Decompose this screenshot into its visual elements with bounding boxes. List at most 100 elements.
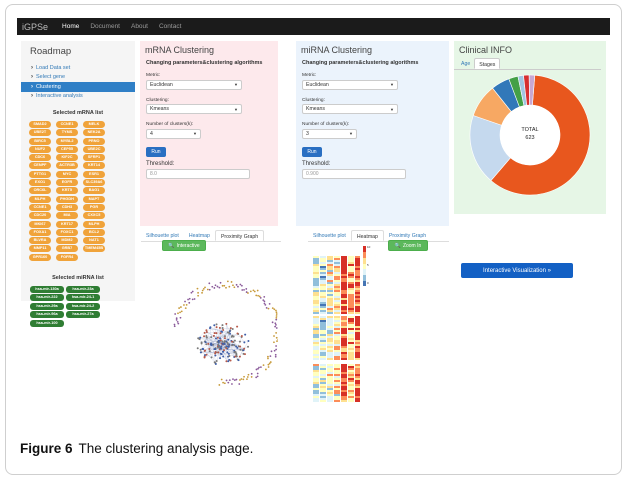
graph-node[interactable] <box>233 351 236 354</box>
graph-node[interactable] <box>199 351 202 354</box>
graph-node[interactable] <box>221 342 224 345</box>
graph-node[interactable] <box>221 350 224 353</box>
graph-node[interactable] <box>235 345 238 348</box>
clusters-select[interactable]: 4 ▼ <box>146 128 201 139</box>
graph-node[interactable] <box>236 346 239 349</box>
run-button[interactable]: Run <box>146 146 166 157</box>
graph-node[interactable] <box>236 325 239 328</box>
graph-node[interactable] <box>220 347 223 350</box>
graph-node[interactable] <box>223 343 226 346</box>
graph-node[interactable] <box>255 376 258 379</box>
graph-node[interactable] <box>238 355 241 358</box>
graph-node[interactable] <box>205 330 208 333</box>
graph-node[interactable] <box>184 307 187 310</box>
zoom-in-button[interactable]: 🔍 Zoom In <box>388 240 428 251</box>
graph-node[interactable] <box>177 322 180 325</box>
graph-node[interactable] <box>225 379 228 382</box>
graph-node[interactable] <box>275 311 278 314</box>
graph-node[interactable] <box>203 355 206 358</box>
graph-node[interactable] <box>211 285 214 288</box>
graph-node[interactable] <box>267 307 270 310</box>
graph-node[interactable] <box>256 372 259 375</box>
graph-node[interactable] <box>219 332 222 335</box>
graph-node[interactable] <box>214 354 217 357</box>
graph-node[interactable] <box>227 343 230 346</box>
graph-node[interactable] <box>231 327 234 330</box>
graph-node[interactable] <box>257 367 259 370</box>
graph-node[interactable] <box>225 322 228 325</box>
graph-node[interactable] <box>205 334 208 337</box>
clustering-select[interactable]: Kmeans ▼ <box>146 104 242 114</box>
graph-node[interactable] <box>267 355 269 358</box>
graph-node[interactable] <box>223 382 226 385</box>
graph-node[interactable] <box>257 294 260 297</box>
graph-node[interactable] <box>242 378 245 381</box>
graph-node[interactable] <box>236 332 239 335</box>
graph-node[interactable] <box>225 360 228 363</box>
graph-node[interactable] <box>204 286 206 289</box>
graph-node[interactable] <box>263 300 266 303</box>
graph-node[interactable] <box>277 338 278 341</box>
graph-node[interactable] <box>275 316 278 319</box>
graph-node[interactable] <box>230 281 233 283</box>
graph-node[interactable] <box>233 344 236 347</box>
graph-node[interactable] <box>273 335 275 337</box>
graph-node[interactable] <box>275 309 277 312</box>
graph-node[interactable] <box>228 285 231 288</box>
graph-node[interactable] <box>233 286 236 289</box>
graph-node[interactable] <box>176 320 179 323</box>
graph-node[interactable] <box>232 378 234 381</box>
graph-node[interactable] <box>209 343 212 346</box>
graph-node[interactable] <box>215 360 218 363</box>
graph-node[interactable] <box>239 345 242 348</box>
interactive-button[interactable]: 🔍 Interactive <box>162 240 206 251</box>
graph-node[interactable] <box>275 313 278 315</box>
metric-select[interactable]: Euclidean ▼ <box>146 79 242 90</box>
graph-node[interactable] <box>275 318 278 321</box>
graph-node[interactable] <box>227 360 230 363</box>
graph-node[interactable] <box>275 332 278 334</box>
graph-node[interactable] <box>205 329 208 332</box>
graph-node[interactable] <box>226 331 229 334</box>
nav-home[interactable]: Home <box>62 23 79 30</box>
menu-interactive-analysis[interactable]: › Interactive analysis <box>21 92 135 102</box>
graph-node[interactable] <box>228 379 231 382</box>
graph-node[interactable] <box>185 303 188 306</box>
graph-node[interactable] <box>217 343 220 346</box>
graph-node[interactable] <box>173 323 176 326</box>
graph-node[interactable] <box>234 355 237 358</box>
graph-node[interactable] <box>232 284 234 287</box>
graph-node[interactable] <box>223 337 226 340</box>
graph-node[interactable] <box>206 288 209 291</box>
menu-load-data[interactable]: › Load Data set <box>21 63 135 73</box>
graph-node[interactable] <box>221 330 224 333</box>
graph-node[interactable] <box>247 292 249 294</box>
graph-node[interactable] <box>223 284 226 287</box>
graph-node[interactable] <box>197 294 200 297</box>
graph-node[interactable] <box>268 302 271 305</box>
graph-node[interactable] <box>229 359 232 362</box>
menu-clustering[interactable]: › Clustering <box>21 82 135 92</box>
graph-node[interactable] <box>244 333 247 336</box>
graph-node[interactable] <box>219 281 222 284</box>
graph-node[interactable] <box>265 306 268 309</box>
nav-document[interactable]: Document <box>90 23 120 30</box>
graph-node[interactable] <box>238 340 241 343</box>
graph-node[interactable] <box>203 350 206 353</box>
graph-node[interactable] <box>201 291 203 294</box>
graph-node[interactable] <box>228 330 231 333</box>
graph-node[interactable] <box>213 332 216 335</box>
graph-node[interactable] <box>208 348 211 351</box>
clustering-select[interactable]: Kmeans ▼ <box>302 104 398 114</box>
graph-node[interactable] <box>243 289 245 291</box>
graph-node[interactable] <box>235 378 238 381</box>
graph-node[interactable] <box>215 326 218 329</box>
interactive-visualization-button[interactable]: Interactive Visualization » <box>461 263 573 278</box>
threshold-input[interactable]: 8.0 <box>146 168 250 179</box>
graph-node[interactable] <box>175 319 178 321</box>
graph-node[interactable] <box>240 284 243 287</box>
graph-node[interactable] <box>180 306 182 308</box>
graph-node[interactable] <box>230 335 233 338</box>
graph-node[interactable] <box>259 366 262 369</box>
graph-node[interactable] <box>264 303 267 306</box>
